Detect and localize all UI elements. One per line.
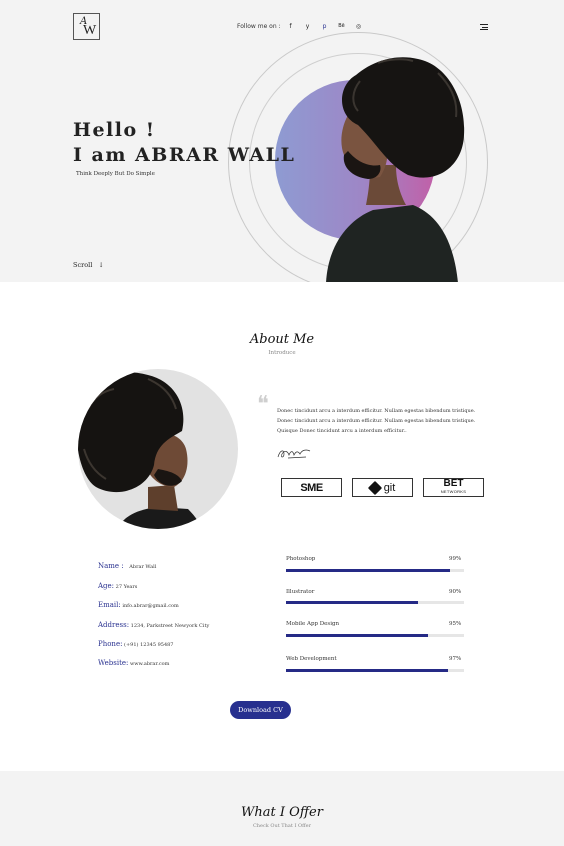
facebook-icon[interactable]: f xyxy=(286,22,295,31)
offer-title: What I Offer xyxy=(241,805,323,820)
quote-icon: ❝ xyxy=(257,392,269,417)
skill-label: Photoshop xyxy=(286,556,316,562)
pinterest-icon[interactable]: p xyxy=(320,22,329,31)
skill-bar-fill xyxy=(286,601,418,604)
brand-bet-text: BET xyxy=(443,477,464,489)
info-label: Name : xyxy=(98,562,124,570)
info-label: Address: xyxy=(98,621,130,629)
info-value[interactable]: www.abrar.com xyxy=(130,661,169,667)
download-cv-button[interactable]: Download CV xyxy=(230,701,291,719)
skill-bar-fill xyxy=(286,569,450,572)
skill-label: Illustrator xyxy=(286,589,315,595)
info-label: Phone: xyxy=(98,640,123,648)
info-phone: Phone: (+91) 12345 95487 xyxy=(98,640,174,648)
behance-icon[interactable]: Bē xyxy=(337,22,346,31)
info-age: Age: 27 Years xyxy=(98,582,137,590)
info-email: Email: info.abrar@gmail.com xyxy=(98,601,179,609)
about-portrait-image xyxy=(78,369,238,529)
scroll-label: Scroll xyxy=(73,261,93,269)
about-subtitle: Introduce xyxy=(268,350,296,356)
skill-bar-fill xyxy=(286,634,429,637)
arrow-down-icon: ↓ xyxy=(98,261,104,269)
skill-percent: 99% xyxy=(449,556,462,562)
skill-percent: 90% xyxy=(449,589,462,595)
hero-section: A W Follow me on : f y p Bē ◎ Hello ! I … xyxy=(0,0,564,282)
brand-bet-sub: NETWORKS xyxy=(440,488,467,494)
skill-bar xyxy=(286,634,464,637)
hero-name: I am ABRAR WALL xyxy=(73,144,296,166)
brand-logo-sme: SME xyxy=(281,478,342,497)
brand-logo-bet: BET NETWORKS xyxy=(423,478,484,497)
hero-portrait-image xyxy=(326,57,465,282)
offer-subtitle: Check Out That I Offer xyxy=(252,823,312,829)
info-value[interactable]: info.abrar@gmail.com xyxy=(122,603,178,609)
about-quote-text: Donec tincidunt arcu a interdum efficitu… xyxy=(277,408,476,434)
skill-label: Web Development xyxy=(286,656,337,662)
info-value: (+91) 12345 95487 xyxy=(124,642,174,648)
logo-letter-w: W xyxy=(83,23,97,38)
hamburger-menu-icon[interactable] xyxy=(480,24,488,30)
dribbble-icon[interactable]: ◎ xyxy=(354,22,363,31)
brand-sme-text: SME xyxy=(300,481,323,494)
hero-heading: Hello ! I am ABRAR WALL xyxy=(73,118,295,168)
info-label: Website: xyxy=(98,659,129,667)
scroll-link[interactable]: Scroll ↓ xyxy=(73,261,104,269)
git-icon xyxy=(367,480,382,495)
skill-percent: 97% xyxy=(449,656,462,662)
skill-bar xyxy=(286,569,464,572)
skill-bar-fill xyxy=(286,669,448,672)
skill-percent: 95% xyxy=(449,621,462,627)
info-label: Email: xyxy=(98,601,121,609)
follow-label: Follow me on : xyxy=(237,23,281,30)
hero-tagline: Think Deeply But Do Simple xyxy=(76,171,155,177)
brand-logo-git: git xyxy=(352,478,413,497)
site-logo[interactable]: A W xyxy=(73,13,100,40)
info-value: Abrar Wall xyxy=(129,564,157,570)
skill-label: Mobile App Design xyxy=(286,621,340,627)
twitter-icon[interactable]: y xyxy=(303,22,312,31)
about-title: About Me xyxy=(249,332,315,347)
skill-bar xyxy=(286,669,464,672)
info-label: Age: xyxy=(98,582,115,590)
info-value: 1234, Parkstreet Newyork City xyxy=(130,623,210,629)
signature-image xyxy=(277,449,311,459)
info-name: Name : Abrar Wall xyxy=(98,562,156,570)
skill-bar xyxy=(286,601,464,604)
brand-git-text: git xyxy=(383,481,396,494)
info-website: Website: www.abrar.com xyxy=(98,659,169,667)
hero-greeting: Hello ! xyxy=(73,119,156,141)
info-value: 27 Years xyxy=(115,584,138,590)
info-address: Address: 1234, Parkstreet Newyork City xyxy=(98,621,209,629)
